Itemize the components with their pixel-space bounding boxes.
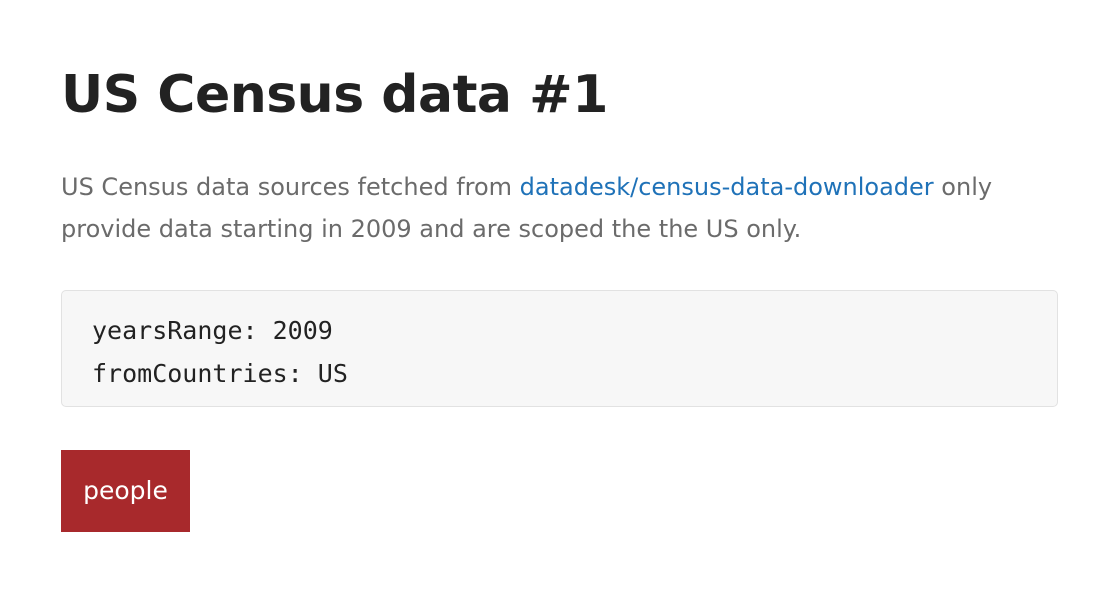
page-description: US Census data sources fetched from data… [61, 166, 1060, 250]
page-title: US Census data #1 [61, 65, 608, 125]
census-downloader-link[interactable]: datadesk/census-data-downloader [520, 173, 934, 201]
config-line-from-countries: fromCountries: US [92, 359, 348, 388]
config-code-block: yearsRange: 2009 fromCountries: US [61, 290, 1058, 407]
description-text-before: US Census data sources fetched from [61, 173, 520, 201]
people-tag-button[interactable]: people [61, 450, 190, 532]
config-line-years-range: yearsRange: 2009 [92, 316, 333, 345]
